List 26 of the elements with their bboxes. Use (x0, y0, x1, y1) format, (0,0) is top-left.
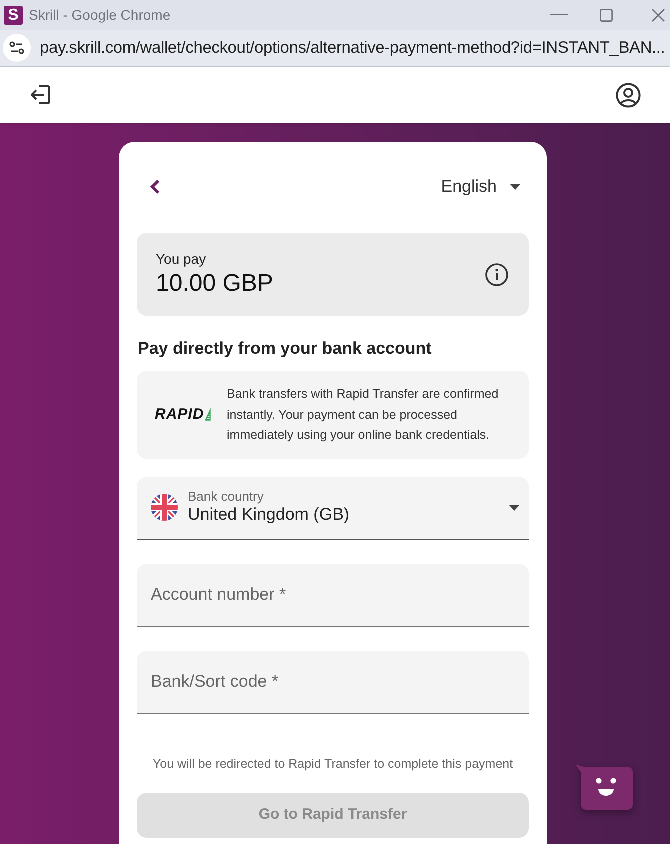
section-heading: Pay directly from your bank account (137, 338, 433, 360)
redirect-notice: You will be redirected to Rapid Transfer to complete this payment (152, 756, 514, 772)
payment-method-description: Bank transfers with Rapid Transfer are confirmed instantly. Your payment can be processed immediately using your online bank credentials. (227, 386, 500, 444)
amount-value: 10.00 GBP (156, 268, 274, 298)
chat-button[interactable] (576, 763, 634, 811)
chevron-left-icon (150, 179, 160, 195)
amount-label: You pay (156, 250, 208, 268)
window-title: Skrill - Google Chrome (29, 6, 171, 25)
site-favicon: S (4, 6, 23, 24)
caret-down-icon (509, 504, 520, 510)
maximize-icon[interactable] (600, 8, 613, 22)
caret-down-icon (510, 184, 521, 190)
logout-icon[interactable] (29, 83, 53, 107)
flag-icon (151, 494, 178, 521)
minimize-icon[interactable] (550, 14, 568, 16)
logo-wordmark: RAPID (155, 406, 204, 423)
info-icon[interactable] (485, 262, 509, 286)
country-select[interactable]: Bank country United Kingdom (GB) (137, 476, 529, 540)
user-account-icon[interactable] (616, 82, 641, 108)
input-field[interactable]: Bank/Sort code * (137, 650, 529, 714)
site-settings-icon[interactable] (3, 34, 31, 62)
language-dropdown[interactable]: English (441, 174, 521, 200)
close-icon[interactable] (652, 8, 665, 22)
input-field[interactable]: Account number * (137, 564, 529, 626)
smiley-chat-icon (576, 763, 634, 811)
logo-mark-icon (205, 408, 211, 422)
